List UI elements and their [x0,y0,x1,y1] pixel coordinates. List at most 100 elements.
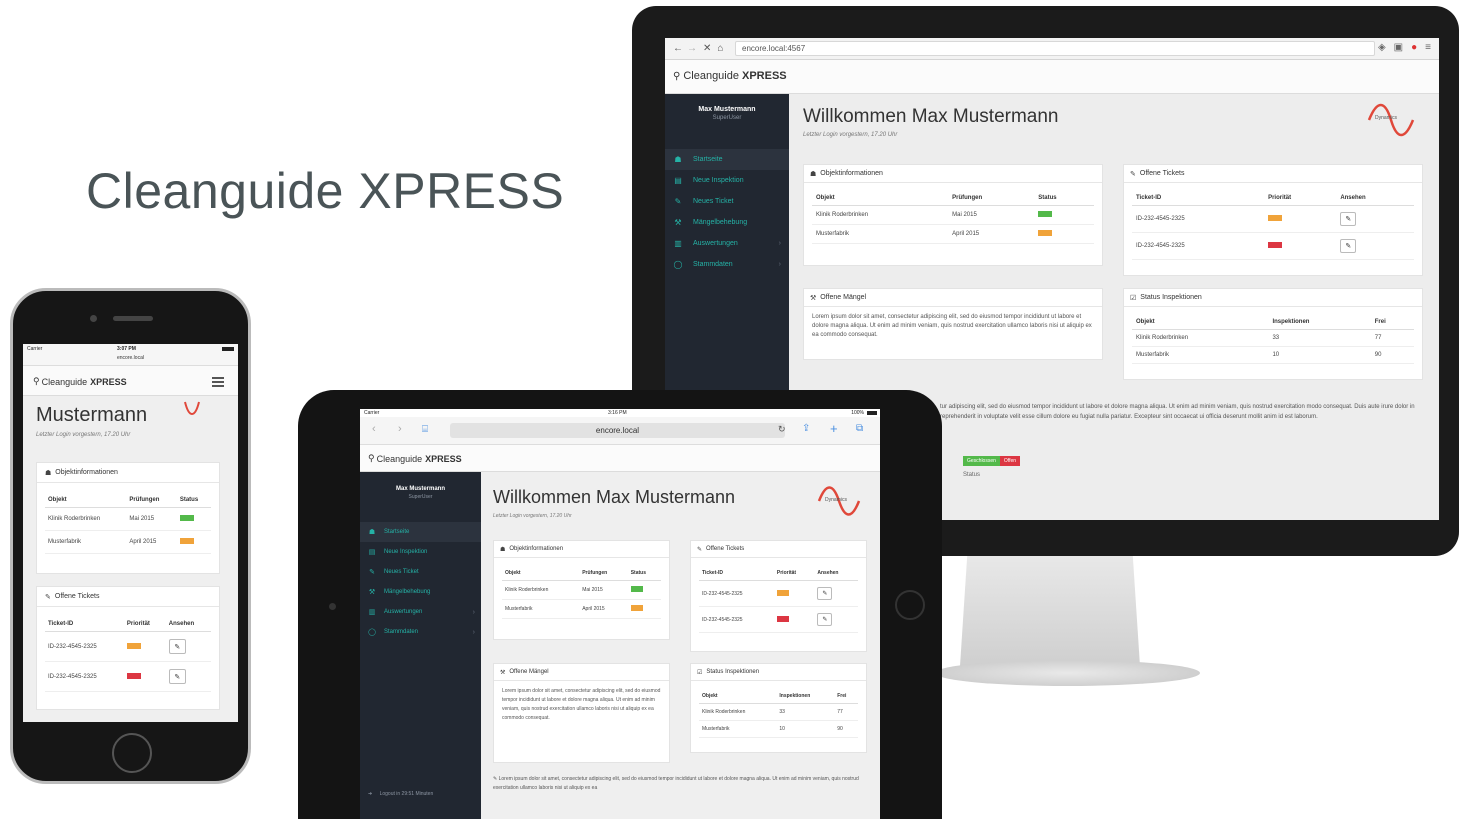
shield-icon[interactable]: ◈ [1378,42,1386,53]
maengel-text: Lorem ipsum dolor sit amet, consectetur … [502,688,661,721]
view-ticket-button[interactable]: ✎ [168,669,186,684]
table-row[interactable]: Klinik Roderbrinken Mai 2015 [812,205,1094,225]
table-row[interactable]: ID-232-4545-2325 ✎ [45,631,211,662]
sidebar-item-stammdaten[interactable]: ◯ Stammdaten › [360,622,481,642]
tablet-bottom-text: ✎ Lorem ipsum dolor sit amet, consectetu… [493,776,859,791]
tag-offen: Offen [999,456,1021,466]
tag-geschlossen: Geschlossen [963,456,1000,466]
wrench-icon: ⚒ [500,669,506,676]
brand[interactable]: ⚲ Cleanguide XPRESS [368,453,462,464]
wrench-icon: ⚒ [810,294,817,302]
objekt-panel-header: ☗ Objektinformationen [37,463,219,483]
view-ticket-button[interactable]: ✎ [1340,212,1357,226]
tablet-home-button[interactable] [895,590,925,620]
sidebar-item-neue-inspektion[interactable]: ▤ Neue Inspektion [360,542,481,562]
pin-icon: ✎ [369,569,375,576]
sidebar-item-stammdaten[interactable]: ◯ Stammdaten › [665,254,789,275]
hero-title: Cleanguide XPRESS [86,163,565,219]
sidebar-item-neues-ticket[interactable]: ✎ Neues Ticket [360,562,481,582]
logout-timer[interactable]: ➜ Logout in 29:51 Minuten [368,791,433,797]
share-icon[interactable]: ⇪ [802,423,810,434]
priority-red-indicator [126,672,141,679]
table-row[interactable]: Klinik Roderbrinken Mai 2015 [502,580,661,600]
status-green-indicator [630,586,643,592]
bookmarks-icon[interactable]: ⌸ [422,424,428,435]
table-row[interactable]: ID-232-4545-2325 ✎ [699,580,858,607]
adblock-icon[interactable]: ● [1411,42,1417,53]
table-row[interactable]: Musterfabrik 10 90 [699,720,858,738]
table-row[interactable]: Musterfabrik April 2015 [812,224,1094,244]
brand[interactable]: ⚲ Cleanguide XPRESS [673,70,787,82]
view-ticket-button[interactable]: ✎ [168,639,186,654]
table-row[interactable]: Musterfabrik April 2015 [45,530,211,554]
extensions-icon[interactable]: ▣ [1394,42,1403,53]
sidebar-item-auswertungen[interactable]: ▥ Auswertungen › [665,233,789,254]
table-row[interactable]: Klinik Roderbrinken 33 77 [1132,329,1414,347]
chevron-right-icon: › [472,628,475,636]
sidebar-user-name: Max Mustermann [395,486,445,492]
sidebar-item-startseite[interactable]: ☗ Startseite [360,522,481,542]
status-green-indicator [1038,211,1053,217]
close-icon[interactable]: ✕ [703,43,711,54]
inspektion-panel: ☑ Status Inspektionen Objekt Inspektionen F… [690,663,867,753]
table-row[interactable]: Klinik Roderbrinken Mai 2015 [45,507,211,531]
document-icon: ▤ [368,549,376,556]
home-icon: ☗ [45,469,52,477]
brand[interactable]: ⚲ Cleanguide XPRESS [33,376,127,387]
table-row[interactable]: ID-232-4545-2325 ✎ [45,661,211,692]
back-icon[interactable]: ← [673,43,683,54]
sidebar-item-maengelbehebung[interactable]: ⚒ Mängelbehebung [360,582,481,602]
table-row[interactable]: Musterfabrik 10 90 [1132,346,1414,364]
sidebar-item-startseite[interactable]: ☗ Startseite [665,149,789,170]
chart-icon: ▥ [674,239,682,248]
phone-camera [90,315,97,322]
table-row[interactable]: ID-232-4545-2325 ✎ [1132,232,1414,260]
maengel-panel-header: ⚒ Offene Mängel [494,664,669,681]
objekt-panel-header: ☗ Objektinformationen [804,165,1102,183]
view-ticket-button[interactable]: ✎ [1340,239,1357,253]
menu-icon[interactable]: ≡ [1425,42,1431,53]
hamburger-menu-icon[interactable] [212,377,224,387]
page-title: Willkommen Max Mustermann [803,106,1059,127]
table-row[interactable]: ID-232-4545-2325 ✎ [699,606,858,633]
inspektion-panel-header: ☑ Status Inspektionen [691,664,866,681]
objekt-panel: ☗ Objektinformationen Objekt Prüfungen Stat… [36,462,220,574]
back-icon[interactable]: ‹ [372,423,376,435]
sidebar-item-auswertungen[interactable]: ▥ Auswertungen › [360,602,481,622]
status-orange-indicator [179,538,194,544]
reload-icon[interactable]: ↻ [778,424,786,435]
sidebar-item-neues-ticket[interactable]: ✎ Neues Ticket [665,191,789,212]
tickets-table: Ticket-ID Priorität Ansehen ID-232-4545-23… [1132,191,1414,260]
bottom-text: tur adipiscing elit, sed do eiusmod temp… [940,404,1415,420]
status-green-indicator [179,515,194,521]
home-icon[interactable]: ⌂ [717,43,723,54]
last-login: Letzter Login vorgestern, 17.20 Uhr [493,513,572,519]
url-bar[interactable]: encore.local [117,355,144,361]
phone-home-button[interactable] [112,733,152,773]
brand-prefix: Cleanguide [683,70,739,82]
objekt-table: Objekt Prüfungen Status Klinik Roderbrinke… [812,191,1094,244]
table-row[interactable]: Musterfabrik April 2015 [502,599,661,619]
new-tab-icon[interactable]: + [830,421,838,436]
status-orange-indicator [1038,230,1053,236]
url-bar[interactable]: encore.local:4567 [735,41,1375,56]
maengel-panel-header: ⚒ Offene Mängel [804,289,1102,307]
status-orange-indicator [630,605,643,611]
tablet-camera [329,603,336,610]
monitor-stand [960,556,1140,666]
url-bar[interactable]: encore.local [450,423,785,438]
sidebar-item-neue-inspektion[interactable]: ▤ Neue Inspektion [665,170,789,191]
tabs-icon[interactable]: ⧉ [856,423,863,434]
forward-icon[interactable]: → [687,43,697,54]
sidebar-item-maengelbehebung[interactable]: ⚒ Mängelbehebung [665,212,789,233]
view-ticket-button[interactable]: ✎ [817,587,833,600]
forward-icon[interactable]: › [398,423,402,435]
sidebar: Max Mustermann SuperUser ☗ Startseite ▤ … [360,472,481,819]
table-row[interactable]: Klinik Roderbrinken 33 77 [699,703,858,721]
page-title: Mustermann [36,404,148,426]
sidebar-user-role: SuperUser [712,115,742,121]
view-ticket-button[interactable]: ✎ [817,613,833,626]
priority-red-indicator [776,615,789,622]
table-row[interactable]: ID-232-4545-2325 ✎ [1132,205,1414,233]
pin-icon: ✎ [674,197,682,206]
